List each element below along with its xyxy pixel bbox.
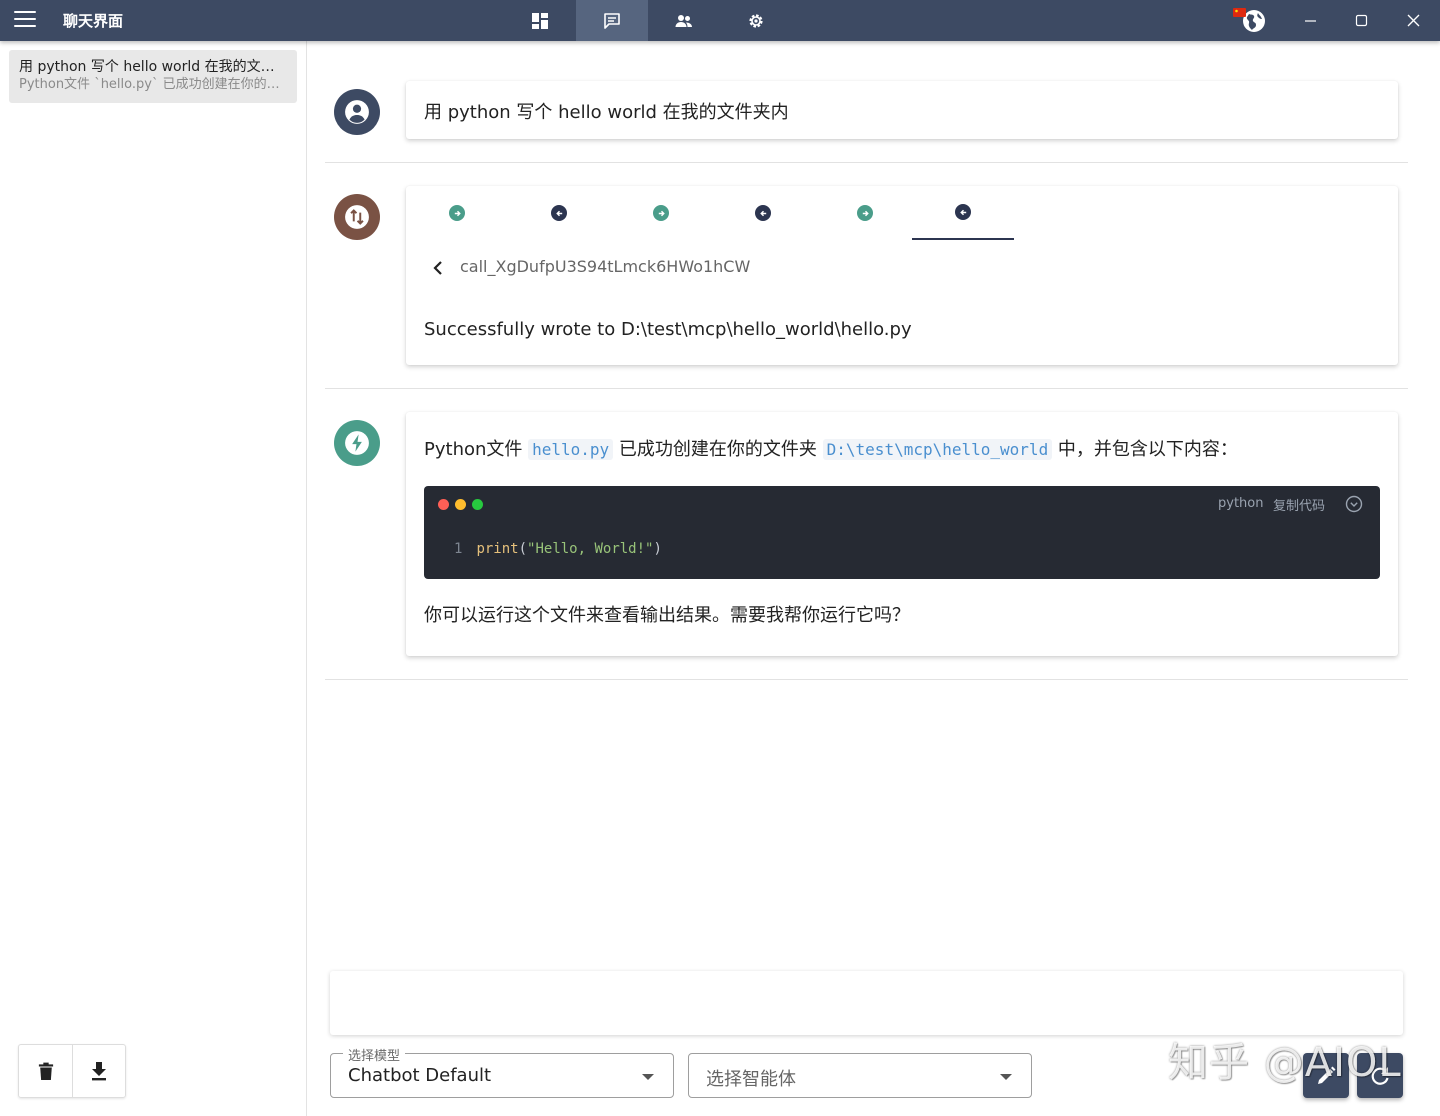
arrow-right-icon (653, 205, 669, 221)
code-paren: ( (518, 541, 528, 557)
code-line: 1 print("Hello, World!") (454, 541, 662, 557)
assistant-outro: 你可以运行这个文件来查看输出结果。需要我帮你运行它吗？ (424, 605, 910, 626)
assistant-intro: Python文件 hello.py 已成功创建在你的文件夹 D:\test\mc… (424, 437, 1238, 463)
inline-code-filename: hello.py (528, 439, 614, 460)
arrow-right-icon (857, 205, 873, 221)
conversation-title: 用 python 写个 hello world 在我的文件夹内 (19, 59, 287, 75)
dashboard-icon (532, 12, 548, 29)
app-title: 聊天界面 (63, 12, 124, 30)
user-message-text: 用 python 写个 hello world 在我的文件夹内 (424, 102, 789, 123)
intro-text: 已成功创建在你的文件夹 (613, 439, 823, 460)
code-block: python 复制代码 1 print("Hello, World!") (424, 486, 1380, 579)
maximize-button[interactable] (1335, 0, 1387, 41)
agent-select-placeholder: 选择智能体 (706, 1069, 796, 1090)
message-tool: call_XgDufpU3S94tLmck6HWo1hCW Successful… (325, 163, 1408, 389)
model-select[interactable]: 选择模型 Chatbot Default (330, 1045, 674, 1098)
tab-chat[interactable] (576, 0, 648, 41)
minimize-icon (1304, 20, 1316, 22)
tool-swap-icon (345, 205, 369, 229)
download-button[interactable] (72, 1045, 125, 1097)
tool-step-tab[interactable] (712, 186, 814, 240)
code-paren: ) (653, 541, 662, 557)
tab-dashboard[interactable] (504, 0, 576, 41)
chevron-left-icon (433, 261, 442, 275)
user-avatar (334, 89, 380, 135)
intro-text: 中，并包含以下内容： (1052, 439, 1238, 460)
edit-icon (1318, 1066, 1336, 1084)
tool-avatar (334, 194, 380, 240)
tool-step-tab[interactable] (508, 186, 610, 240)
tool-step-tab-active[interactable] (912, 186, 1014, 240)
menu-icon[interactable] (14, 11, 36, 29)
bolt-icon (345, 431, 369, 455)
language-globe-button[interactable] (1232, 5, 1266, 37)
message-user: 用 python 写个 hello world 在我的文件夹内 (325, 67, 1408, 163)
delete-button[interactable] (19, 1045, 72, 1097)
tool-step-tab[interactable] (406, 186, 508, 240)
close-button[interactable] (1387, 0, 1439, 41)
assistant-avatar (334, 420, 380, 466)
chat-icon (604, 12, 620, 29)
refresh-button[interactable] (1357, 1053, 1403, 1098)
sidebar: 用 python 写个 hello world 在我的文件夹内 Python文件… (0, 41, 307, 1116)
model-select-label: 选择模型 (343, 1045, 406, 1064)
people-icon (675, 14, 692, 27)
user-account-icon (345, 100, 369, 124)
tool-call-tabs (406, 186, 1398, 240)
arrow-right-icon (449, 205, 465, 221)
tab-settings[interactable] (720, 0, 792, 41)
collapse-code-button[interactable] (1345, 495, 1363, 513)
tool-result-text: Successfully wrote to D:\test\mcp\hello_… (424, 319, 912, 340)
tool-call-id: call_XgDufpU3S94tLmck6HWo1hCW (460, 257, 751, 276)
chevron-down-circle-icon (1345, 495, 1363, 513)
agent-select[interactable]: 选择智能体 (688, 1053, 1032, 1098)
back-button[interactable] (428, 258, 448, 278)
sidebar-actions (18, 1044, 126, 1098)
dropdown-arrow-icon (1000, 1074, 1012, 1080)
delete-icon (38, 1062, 53, 1080)
new-chat-button[interactable] (1303, 1053, 1349, 1098)
copy-code-button[interactable]: 复制代码 (1273, 495, 1325, 514)
assistant-message-card: Python文件 hello.py 已成功创建在你的文件夹 D:\test\mc… (406, 412, 1398, 656)
tool-step-tab[interactable] (610, 186, 712, 240)
inline-code-folder: D:\test\mcp\hello_world (822, 439, 1053, 460)
globe-icon (1233, 8, 1265, 32)
code-string: "Hello, World!" (527, 541, 654, 557)
refresh-icon (1371, 1066, 1389, 1085)
download-icon (92, 1062, 106, 1081)
code-function: print (476, 541, 519, 557)
close-icon (1407, 14, 1419, 27)
tab-users[interactable] (648, 0, 720, 41)
arrow-left-icon (551, 205, 567, 221)
code-language: python (1218, 496, 1264, 511)
arrow-left-icon (755, 205, 771, 221)
user-message-card: 用 python 写个 hello world 在我的文件夹内 (406, 81, 1398, 139)
chat-input[interactable] (330, 971, 1403, 1035)
conversation-preview: Python文件 `hello.py` 已成功创建在你的文件夹 (19, 77, 287, 92)
dropdown-arrow-icon (642, 1074, 654, 1080)
window-dots (438, 499, 483, 510)
conversation-item[interactable]: 用 python 写个 hello world 在我的文件夹内 Python文件… (9, 50, 297, 103)
arrow-left-icon (955, 204, 971, 220)
message-assistant: Python文件 hello.py 已成功创建在你的文件夹 D:\test\mc… (325, 389, 1408, 680)
maximize-icon (1355, 14, 1367, 27)
tool-step-tab[interactable] (814, 186, 916, 240)
tool-message-card: call_XgDufpU3S94tLmck6HWo1hCW Successful… (406, 186, 1398, 365)
line-number: 1 (454, 541, 463, 557)
model-select-value: Chatbot Default (348, 1065, 492, 1086)
intro-text: Python文件 (424, 439, 529, 460)
settings-icon (749, 13, 763, 28)
minimize-button[interactable] (1284, 0, 1336, 41)
title-bar: 聊天界面 (0, 0, 1440, 41)
